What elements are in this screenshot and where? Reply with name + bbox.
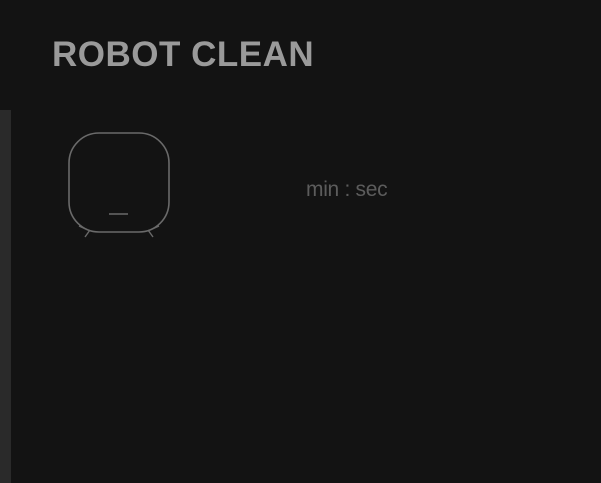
- left-scroll-rail[interactable]: [0, 110, 11, 483]
- page-title: ROBOT CLEAN: [52, 35, 315, 74]
- robot-clean-screen: ROBOT CLEAN min : sec: [0, 0, 601, 483]
- robot-vacuum-icon: [68, 132, 170, 238]
- timer-units-label: min : sec: [306, 178, 388, 201]
